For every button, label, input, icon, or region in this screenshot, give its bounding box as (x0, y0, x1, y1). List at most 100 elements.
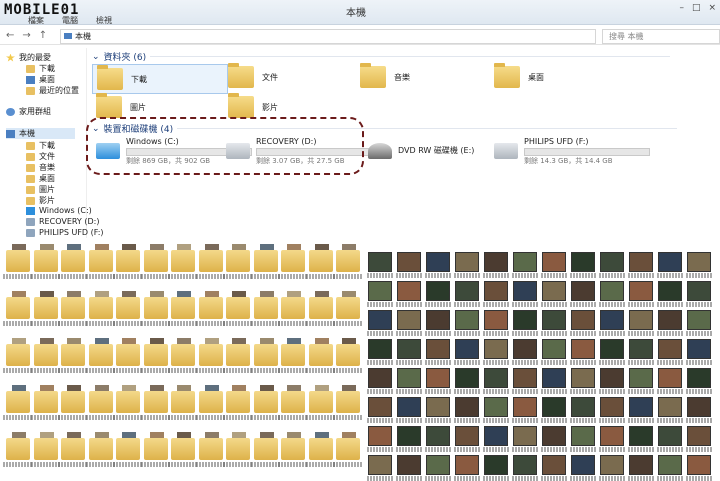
video-thumbnail[interactable] (425, 281, 451, 307)
video-thumbnail[interactable] (541, 281, 567, 307)
video-thumbnail[interactable] (628, 426, 654, 452)
maximize-button[interactable]: □ (692, 3, 701, 13)
folder-thumbnail[interactable] (30, 338, 61, 373)
folder-thumbnail[interactable] (113, 432, 143, 467)
video-thumbnail[interactable] (657, 455, 683, 481)
tab-view[interactable]: 檢視 (96, 15, 112, 26)
folder-thumbnail[interactable] (140, 291, 171, 326)
folder-thumbnail[interactable] (30, 291, 61, 326)
sidebar-item-drive-c[interactable]: Windows (C:) (26, 206, 92, 215)
video-thumbnail[interactable] (425, 368, 451, 394)
folder-thumbnail[interactable] (85, 385, 116, 420)
video-thumbnail[interactable] (483, 397, 509, 423)
video-thumbnail[interactable] (512, 310, 538, 336)
video-thumbnail[interactable] (657, 397, 683, 423)
folder-thumbnail[interactable] (3, 291, 33, 326)
folder-thumbnail[interactable] (305, 338, 336, 373)
video-thumbnail[interactable] (686, 252, 712, 278)
folder-thumbnail[interactable] (223, 385, 253, 420)
video-thumbnail[interactable] (686, 281, 712, 307)
sidebar-item-music[interactable]: 音樂 (26, 162, 55, 173)
folder-thumbnail[interactable] (58, 385, 88, 420)
video-thumbnail[interactable] (628, 397, 654, 423)
folder-thumbnail[interactable] (305, 244, 336, 279)
video-thumbnail[interactable] (570, 339, 596, 365)
video-thumbnail[interactable] (396, 397, 422, 423)
folder-thumbnail[interactable] (85, 244, 116, 279)
video-thumbnail[interactable] (541, 310, 567, 336)
folder-desktop[interactable]: 桌面 (494, 63, 544, 88)
video-thumbnail[interactable] (599, 368, 625, 394)
folder-thumbnail[interactable] (58, 338, 88, 373)
video-thumbnail[interactable] (541, 339, 567, 365)
video-thumbnail[interactable] (483, 368, 509, 394)
video-thumbnail[interactable] (570, 455, 596, 481)
tab-computer[interactable]: 電腦 (62, 15, 78, 26)
video-thumbnail[interactable] (686, 310, 712, 336)
video-thumbnail[interactable] (686, 397, 712, 423)
sidebar-item-drive-d[interactable]: RECOVERY (D:) (26, 217, 99, 226)
folder-thumbnail[interactable] (140, 338, 171, 373)
folder-thumbnail[interactable] (3, 244, 33, 279)
folder-thumbnail[interactable] (250, 338, 281, 373)
sidebar-item-downloads[interactable]: 下載 (26, 63, 55, 74)
video-thumbnail[interactable] (483, 310, 509, 336)
sidebar-favorites[interactable]: 我的最愛 (6, 52, 51, 63)
video-thumbnail[interactable] (367, 310, 393, 336)
video-thumbnail[interactable] (367, 397, 393, 423)
video-thumbnail[interactable] (454, 426, 480, 452)
sidebar-item-documents[interactable]: 文件 (26, 151, 55, 162)
video-thumbnail[interactable] (657, 339, 683, 365)
video-thumbnail[interactable] (454, 368, 480, 394)
video-thumbnail[interactable] (686, 339, 712, 365)
video-thumbnail[interactable] (512, 397, 538, 423)
video-thumbnail[interactable] (599, 426, 625, 452)
video-thumbnail[interactable] (570, 397, 596, 423)
close-button[interactable]: × (708, 3, 716, 13)
folder-thumbnail[interactable] (250, 244, 281, 279)
video-thumbnail[interactable] (541, 368, 567, 394)
video-thumbnail[interactable] (454, 397, 480, 423)
video-thumbnail[interactable] (599, 339, 625, 365)
folder-thumbnail[interactable] (30, 385, 61, 420)
video-thumbnail[interactable] (425, 455, 451, 481)
folder-thumbnail[interactable] (58, 291, 88, 326)
video-thumbnail[interactable] (367, 426, 393, 452)
folder-thumbnail[interactable] (278, 244, 308, 279)
video-thumbnail[interactable] (483, 426, 509, 452)
drive-f[interactable]: PHILIPS UFD (F:) 剩餘 14.3 GB，共 14.4 GB (494, 137, 654, 167)
video-thumbnail[interactable] (396, 252, 422, 278)
video-thumbnail[interactable] (367, 252, 393, 278)
folder-documents[interactable]: 文件 (228, 63, 278, 88)
video-thumbnail[interactable] (396, 310, 422, 336)
forward-button[interactable]: → (22, 30, 30, 41)
video-thumbnail[interactable] (425, 426, 451, 452)
folder-thumbnail[interactable] (168, 291, 198, 326)
video-thumbnail[interactable] (425, 310, 451, 336)
folder-thumbnail[interactable] (333, 432, 363, 467)
folder-thumbnail[interactable] (250, 432, 281, 467)
video-thumbnail[interactable] (686, 368, 712, 394)
video-thumbnail[interactable] (483, 252, 509, 278)
tab-file[interactable]: 檔案 (28, 15, 44, 26)
folder-thumbnail[interactable] (195, 338, 226, 373)
video-thumbnail[interactable] (628, 281, 654, 307)
video-thumbnail[interactable] (425, 252, 451, 278)
folder-thumbnail[interactable] (278, 338, 308, 373)
video-thumbnail[interactable] (657, 252, 683, 278)
folder-thumbnail[interactable] (140, 385, 171, 420)
folder-thumbnail[interactable] (278, 385, 308, 420)
folder-thumbnail[interactable] (278, 291, 308, 326)
video-thumbnail[interactable] (599, 455, 625, 481)
video-thumbnail[interactable] (657, 281, 683, 307)
video-thumbnail[interactable] (599, 397, 625, 423)
sidebar-this-pc[interactable]: 本機 (6, 128, 75, 139)
folder-thumbnail[interactable] (305, 291, 336, 326)
folder-thumbnail[interactable] (223, 338, 253, 373)
folder-thumbnail[interactable] (113, 385, 143, 420)
back-button[interactable]: ← (6, 30, 14, 41)
address-bar[interactable]: 本機 (60, 29, 596, 44)
folder-thumbnail[interactable] (223, 291, 253, 326)
folder-thumbnail[interactable] (113, 338, 143, 373)
video-thumbnail[interactable] (628, 339, 654, 365)
